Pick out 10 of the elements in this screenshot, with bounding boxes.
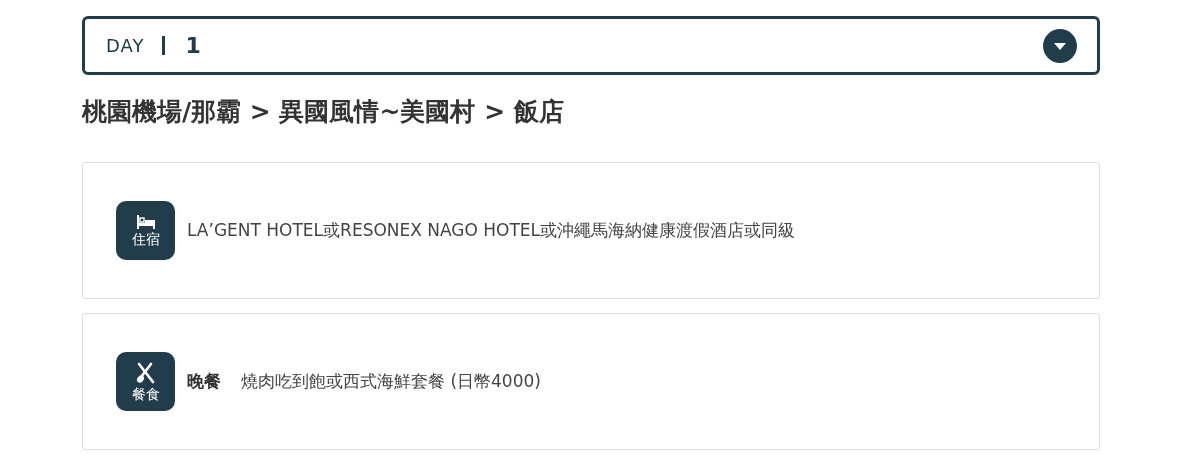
item-description: LA’GENT HOTEL或RESONEX NAGO HOTEL或沖繩馬海納健康渡假酒店或同級 xyxy=(187,219,796,242)
item-description: 燒肉吃到飽或西式海鮮套餐 (日幣4000) xyxy=(241,370,541,393)
caret-icon xyxy=(1043,28,1077,63)
meal-label: 晚餐 xyxy=(187,370,221,393)
badge-label: 住宿 xyxy=(131,232,160,246)
badge-label: 餐食 xyxy=(131,387,160,401)
bed-icon xyxy=(135,215,156,229)
route-title: 桃園機場/那霸 > 異國風情~美國村 > 飯店 xyxy=(82,97,565,127)
utensils-icon xyxy=(135,362,156,384)
day-dropdown[interactable]: DAY 1 xyxy=(82,16,1100,75)
